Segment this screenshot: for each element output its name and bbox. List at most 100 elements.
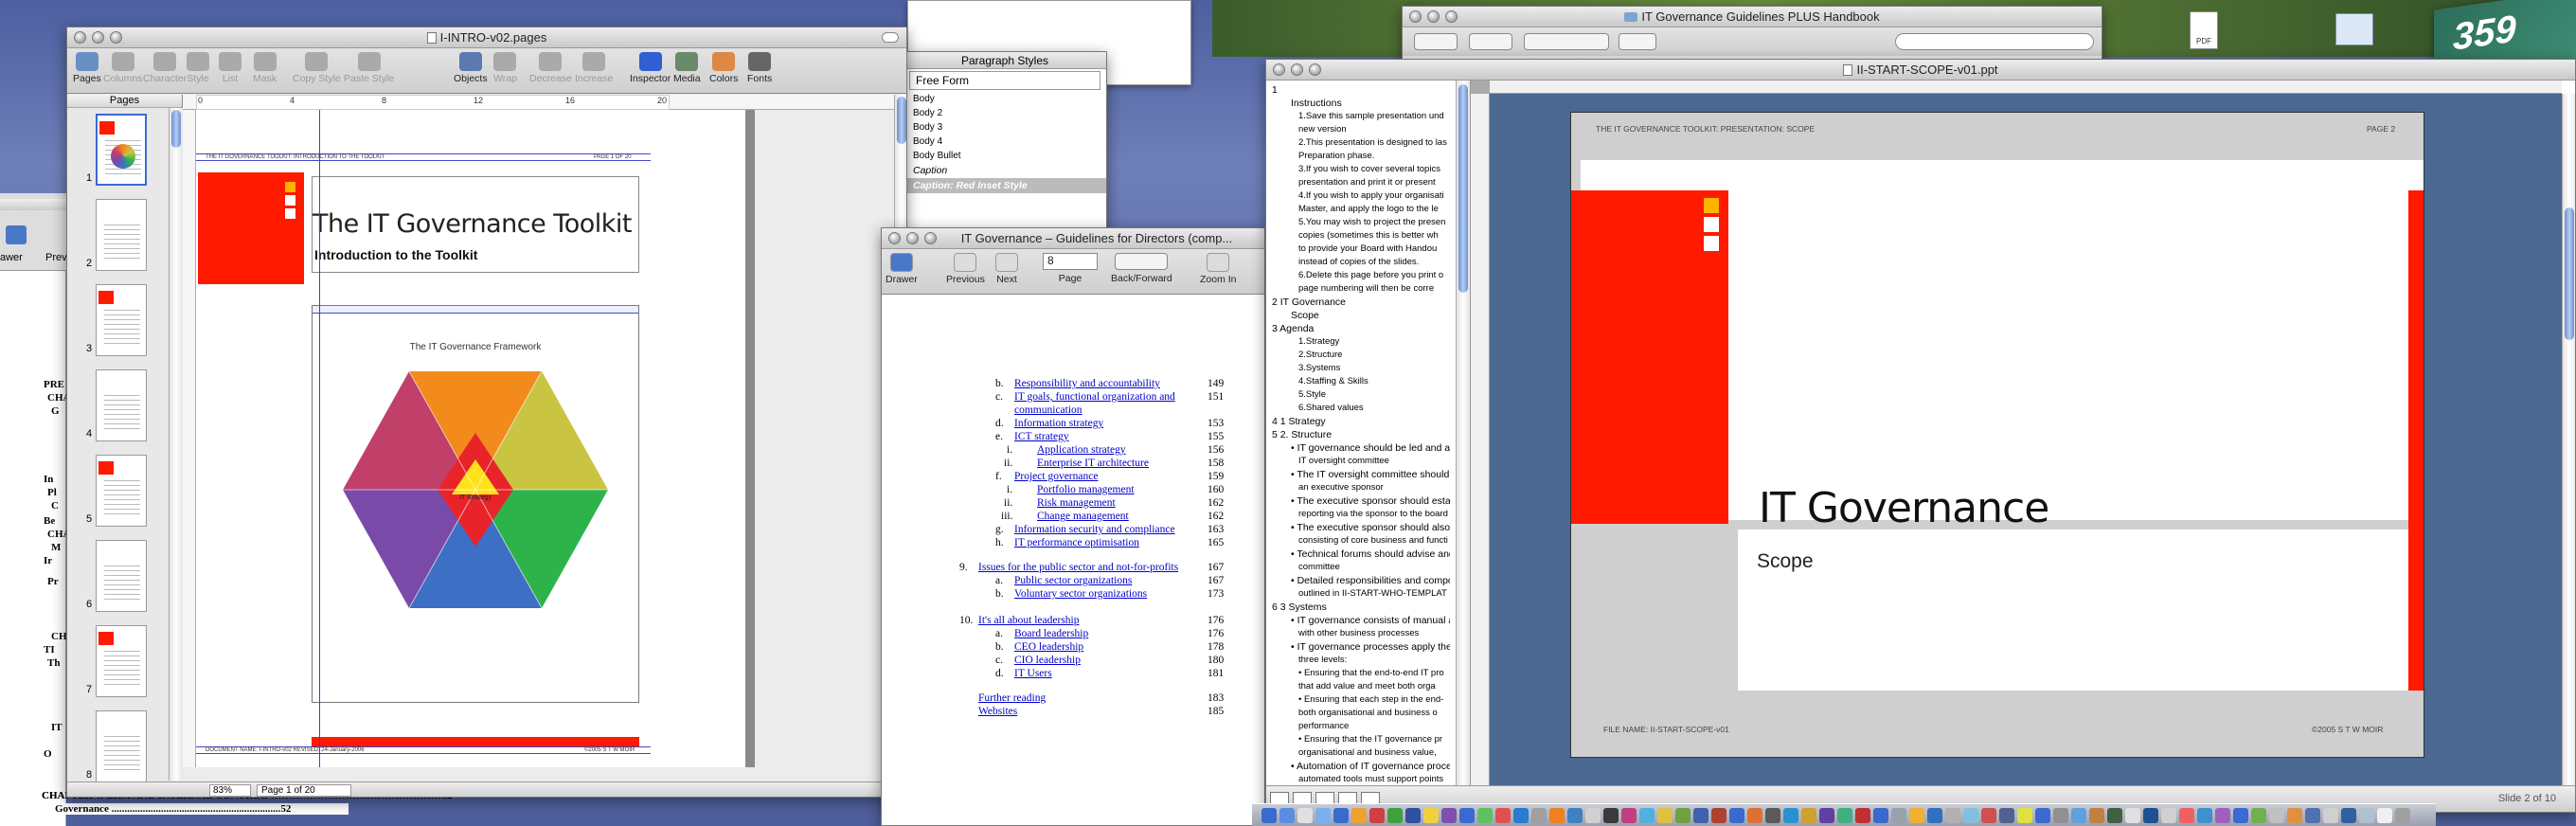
finder-view-buttons[interactable] [1524, 33, 1609, 50]
page-thumbnail[interactable] [96, 284, 147, 356]
toc-link[interactable]: Project governance [1014, 471, 1098, 482]
outline-text[interactable]: 1.Strategy [1298, 336, 1450, 347]
outline-slide-heading[interactable]: 1 [1272, 84, 1452, 96]
page-thumbnail[interactable] [96, 369, 147, 441]
page-thumbnail[interactable] [96, 710, 147, 782]
dock-app-icon[interactable] [1927, 807, 1942, 823]
outline-text[interactable]: 3.If you wish to cover several topics [1298, 164, 1450, 174]
toolbar-copy-style-button[interactable]: Copy Style [293, 52, 341, 84]
outline-text[interactable]: • IT governance should be led and acti [1291, 442, 1450, 454]
toc-link[interactable]: CEO leadership [1014, 641, 1083, 653]
toc-link[interactable]: It's all about leadership [978, 615, 1080, 626]
toc-link[interactable]: communication [1014, 404, 1082, 416]
toc-link[interactable]: Application strategy [1037, 444, 1126, 456]
outline-text[interactable]: organisational and business value, [1298, 747, 1450, 758]
toc-link[interactable]: Information strategy [1014, 418, 1103, 429]
dock-app-icon[interactable] [1477, 807, 1493, 823]
finder-gear-icon[interactable] [1619, 33, 1656, 50]
slide-subtitle[interactable]: Scope [1757, 550, 1814, 573]
outline-text[interactable]: • Automation of IT governance proces [1291, 761, 1450, 772]
outline-slide-heading[interactable]: 4 1 Strategy [1272, 416, 1452, 427]
dock-app-icon[interactable] [1693, 807, 1708, 823]
outline-text[interactable]: both organisational and business o [1298, 708, 1450, 718]
dock-app-icon[interactable] [1837, 807, 1852, 823]
outline-text[interactable]: • The executive sponsor should also es [1291, 522, 1450, 533]
dock-app-icon[interactable] [1819, 807, 1834, 823]
finder-minimize-button[interactable] [1427, 10, 1440, 23]
ppt-zoom-button[interactable] [1309, 63, 1321, 76]
outline-text[interactable]: Master, and apply the logo to the le [1298, 204, 1450, 214]
page-thumbnail[interactable] [96, 114, 147, 186]
outline-text[interactable]: • IT governance consists of manual and [1291, 615, 1450, 626]
outline-text[interactable]: 6.Shared values [1298, 403, 1450, 413]
outline-text[interactable]: Instructions [1291, 98, 1450, 109]
toolbar-style-button[interactable]: Style [187, 52, 209, 84]
paragraph-style-item[interactable]: Body [903, 92, 1106, 106]
outline-text[interactable]: IT oversight committee [1298, 456, 1450, 466]
dock-app-icon[interactable] [1405, 807, 1421, 823]
toolbar-pages-button[interactable]: Pages [73, 52, 101, 84]
outline-text[interactable]: 5.You may wish to project the presen [1298, 217, 1450, 227]
ppt-minimize-button[interactable] [1291, 63, 1303, 76]
toc-link[interactable]: IT Users [1014, 668, 1052, 679]
toolbar-fonts-button[interactable]: Fonts [747, 52, 772, 84]
dock-app-icon[interactable] [2089, 807, 2104, 823]
dock-app-icon[interactable] [2215, 807, 2230, 823]
dock-app-icon[interactable] [1765, 807, 1780, 823]
zoom-popup[interactable]: 83% [209, 784, 251, 797]
dock-app-icon[interactable] [2251, 807, 2266, 823]
outline-text[interactable]: that add value and meet both orga [1298, 681, 1450, 691]
finder-back-forward[interactable] [1414, 33, 1458, 50]
toc-link[interactable]: Voluntary sector organizations [1014, 588, 1147, 600]
dock-app-icon[interactable] [2269, 807, 2284, 823]
outline-text[interactable]: • The IT oversight committee should co [1291, 469, 1450, 480]
dock-app-icon[interactable] [2395, 807, 2410, 823]
toolbar-paste-style-button[interactable]: Paste Style [344, 52, 394, 84]
dock-app-icon[interactable] [1567, 807, 1583, 823]
dock-app-icon[interactable] [1675, 807, 1690, 823]
toc-link[interactable]: ICT strategy [1014, 431, 1069, 442]
dock-app-icon[interactable] [1639, 807, 1655, 823]
dock-app-icon[interactable] [1783, 807, 1798, 823]
outline-text[interactable]: outlined in II-START-WHO-TEMPLAT [1298, 588, 1450, 599]
dock-app-icon[interactable] [1999, 807, 2014, 823]
dock-app-icon[interactable] [1495, 807, 1511, 823]
preview-close-button[interactable] [888, 232, 901, 244]
dock-app-icon[interactable] [2143, 807, 2158, 823]
outline-text[interactable]: • Ensuring that the end-to-end IT pro [1298, 668, 1450, 678]
paragraph-style-item[interactable]: Caption [903, 163, 1106, 178]
outline-text[interactable]: 6.Delete this page before you print o [1298, 270, 1450, 280]
outline-text[interactable]: 2.Structure [1298, 350, 1450, 360]
outline-text[interactable]: 1.Save this sample presentation und [1298, 111, 1450, 121]
toolbar-columns-button[interactable]: Columns [103, 52, 142, 84]
dock-app-icon[interactable] [2125, 807, 2140, 823]
finder-zoom-button[interactable] [1445, 10, 1458, 23]
page-status-field[interactable]: Page 1 of 20 [257, 784, 351, 797]
dock-app-icon[interactable] [2179, 807, 2194, 823]
dock-app-icon[interactable] [2287, 807, 2302, 823]
dock-app-icon[interactable] [1333, 807, 1349, 823]
outline-slide-heading[interactable]: 5 2. Structure [1272, 429, 1452, 440]
paragraph-style-item[interactable]: Body 3 [903, 120, 1106, 135]
slide-scrollbar[interactable] [2562, 94, 2575, 785]
dock-app-icon[interactable] [1891, 807, 1906, 823]
outline-text[interactable]: three levels: [1298, 655, 1450, 665]
dock-app-icon[interactable] [2233, 807, 2248, 823]
outline-slide-heading[interactable]: 2 IT Governance [1272, 296, 1452, 308]
page-thumbnail[interactable] [96, 540, 147, 612]
finder-action-button[interactable] [1469, 33, 1512, 50]
dock-app-icon[interactable] [2107, 807, 2122, 823]
outline-text[interactable]: performance [1298, 721, 1450, 731]
minimize-button[interactable] [92, 31, 104, 44]
outline-text[interactable]: Preparation phase. [1298, 151, 1450, 161]
paragraph-style-item[interactable]: Body Bullet [903, 149, 1106, 163]
dock-app-icon[interactable] [1387, 807, 1403, 823]
dock-app-icon[interactable] [1585, 807, 1601, 823]
toc-link[interactable]: IT goals, functional organization and [1014, 391, 1175, 403]
outline-text[interactable]: to provide your Board with Handou [1298, 243, 1450, 254]
paragraph-style-item[interactable]: Caption: Red Inset Style [903, 178, 1106, 193]
dock-app-icon[interactable] [2197, 807, 2212, 823]
toc-link[interactable]: Risk management [1037, 497, 1116, 509]
outline-text[interactable]: • IT governance processes apply the P [1291, 641, 1450, 653]
dock-app-icon[interactable] [1621, 807, 1637, 823]
